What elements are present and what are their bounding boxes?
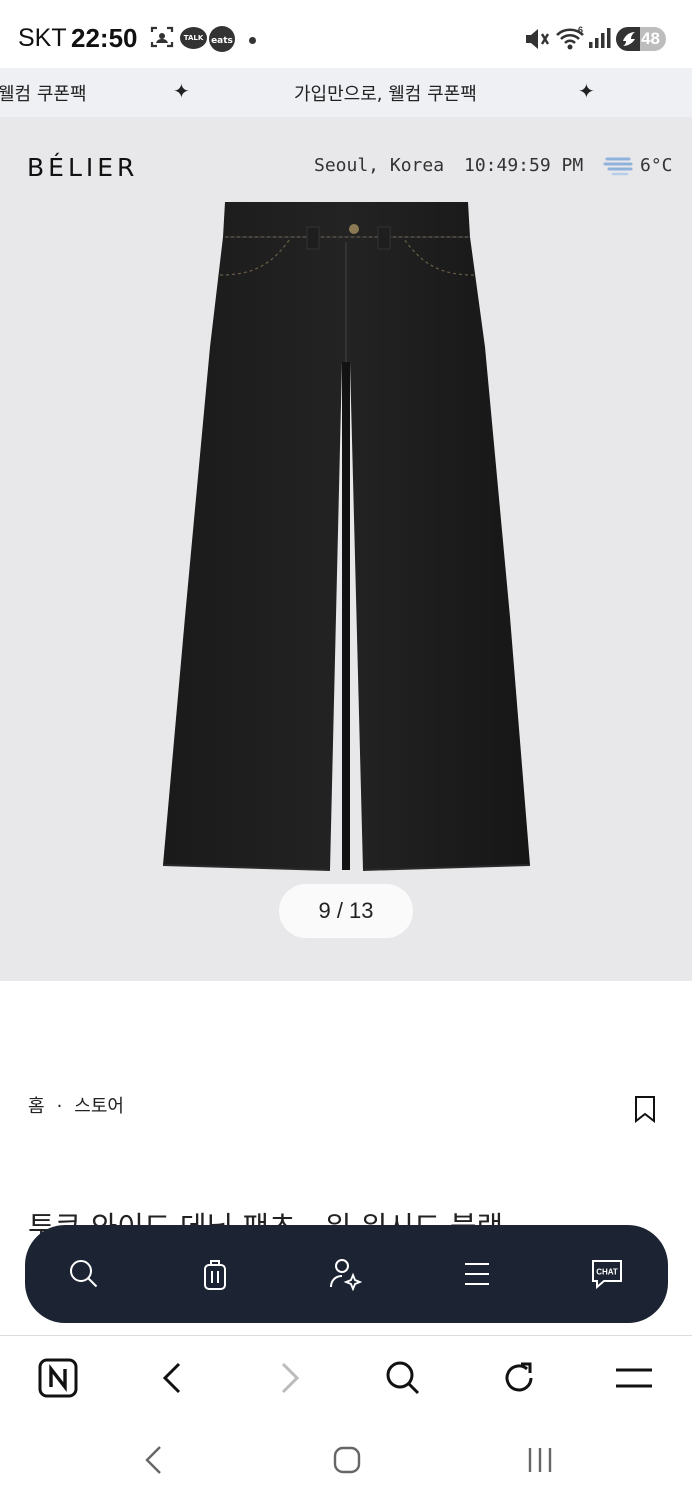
temperature-label: 6°C [640, 155, 673, 176]
status-bar: SKT 22:50 TALK eats 6 48 [0, 0, 692, 68]
battery-level: 48 [641, 29, 660, 48]
wifi-icon: 6 [555, 25, 585, 55]
system-recents-button[interactable] [510, 1426, 570, 1494]
back-button[interactable] [144, 1336, 200, 1420]
browser-search-button[interactable] [375, 1336, 431, 1420]
browser-menu-button[interactable] [606, 1336, 662, 1420]
nav-chat-button[interactable]: CHAT [577, 1225, 637, 1323]
user-icon [330, 1259, 362, 1291]
charging-icon [623, 32, 635, 46]
kakaotalk-icon: TALK [180, 27, 207, 49]
gallery-counter: 9 / 13 [279, 884, 413, 938]
coupang-eats-icon: eats [209, 26, 235, 52]
search-icon [386, 1361, 420, 1395]
breadcrumb: 홈 · 스토어 [28, 1092, 124, 1118]
clock-label: 10:49:59 PM [464, 155, 584, 176]
sparkle-icon: ✦ [578, 79, 595, 103]
breadcrumb-store[interactable]: 스토어 [74, 1096, 124, 1117]
reload-button[interactable] [491, 1336, 547, 1420]
system-navigation [0, 1426, 692, 1500]
nav-account-button[interactable] [315, 1225, 375, 1323]
brand-logo[interactable]: BÉLIER [27, 153, 138, 182]
back-icon [145, 1446, 161, 1474]
reload-icon [505, 1362, 533, 1392]
product-image[interactable] [150, 197, 542, 877]
weather-icon [603, 153, 635, 181]
floating-nav: CHAT [25, 1225, 668, 1323]
screenshot-icon [150, 26, 174, 52]
mute-icon [524, 27, 550, 55]
promo-text-center: 가입만으로, 웰컴 쿠폰팩 [294, 84, 477, 105]
wifi-badge: 6 [578, 25, 583, 35]
naver-icon [38, 1358, 78, 1398]
forward-button[interactable] [262, 1336, 318, 1420]
signal-icon [588, 27, 612, 53]
more-notifications-dot [249, 37, 256, 44]
bookmark-icon[interactable] [634, 1095, 656, 1127]
nav-search-button[interactable] [54, 1225, 114, 1323]
carrier-label: SKT [18, 24, 67, 52]
breadcrumb-home[interactable]: 홈 [28, 1096, 45, 1117]
status-time: 22:50 [71, 23, 138, 53]
breadcrumb-separator: · [56, 1096, 63, 1117]
product-gallery[interactable]: BÉLIER Seoul, Korea 10:49:59 PM 6°C 9 / … [0, 117, 692, 981]
system-back-button[interactable] [124, 1426, 184, 1494]
promo-banner[interactable]: 웰컴 쿠폰팩 ✦ 가입만으로, 웰컴 쿠폰팩 ✦ [0, 68, 692, 117]
nav-cart-button[interactable] [185, 1225, 245, 1323]
system-home-button[interactable] [317, 1426, 377, 1494]
browser-toolbar [0, 1336, 692, 1426]
search-icon [70, 1260, 98, 1288]
bag-icon [204, 1260, 226, 1290]
location-label: Seoul, Korea [314, 155, 445, 176]
forward-icon [281, 1362, 300, 1394]
promo-text-left: 웰컴 쿠폰팩 [0, 84, 87, 105]
back-icon [162, 1362, 181, 1394]
chat-label: CHAT [596, 1268, 618, 1277]
recents-icon [528, 1448, 552, 1472]
naver-button[interactable] [30, 1336, 86, 1420]
menu-icon [616, 1368, 652, 1388]
home-icon [333, 1446, 361, 1474]
chat-icon: CHAT [592, 1260, 622, 1290]
menu-icon [465, 1263, 489, 1285]
sparkle-icon: ✦ [173, 79, 190, 103]
nav-menu-button[interactable] [447, 1225, 507, 1323]
battery-indicator: 48 [616, 27, 666, 51]
